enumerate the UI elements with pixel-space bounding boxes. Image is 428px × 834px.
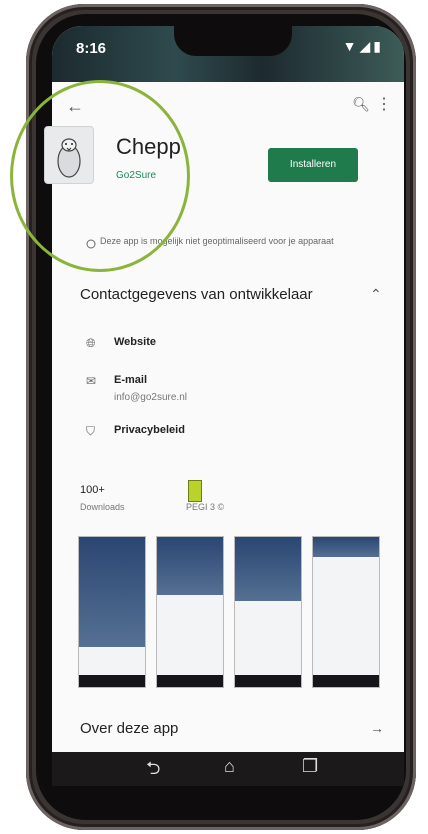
shield-icon: ⛉ xyxy=(86,424,96,438)
screenshot-header xyxy=(235,537,301,601)
arrow-right-icon[interactable]: → xyxy=(370,720,384,736)
screenshot-1[interactable] xyxy=(78,536,146,688)
chevron-up-icon[interactable]: ⌃ xyxy=(370,286,382,303)
screenshot-navbar xyxy=(313,675,379,687)
status-icons: ▼◢▮ xyxy=(342,38,384,54)
screenshot-navbar xyxy=(235,675,301,687)
recents-nav-icon[interactable]: ❐ xyxy=(302,756,318,777)
home-nav-icon[interactable]: ⌂ xyxy=(224,756,235,777)
clock: 8:16 xyxy=(76,40,107,57)
notch xyxy=(174,26,292,56)
pegi-icon xyxy=(188,480,202,502)
screenshot-header xyxy=(79,537,145,647)
contact-section-title[interactable]: Contactgegevens van ontwikkelaar xyxy=(80,286,313,303)
screenshot-header xyxy=(313,537,379,557)
screenshot-navbar xyxy=(157,675,223,687)
globe-icon: 🌐︎ xyxy=(86,336,96,350)
screenshot-4[interactable] xyxy=(312,536,380,688)
android-navbar: ⮌ ⌂ ❐ xyxy=(52,752,404,786)
about-title[interactable]: Over deze app xyxy=(80,720,178,737)
back-nav-icon[interactable]: ⮌ xyxy=(146,756,160,786)
website-link[interactable]: Website xyxy=(114,336,156,348)
more-vert-icon[interactable]: ⋮ xyxy=(376,94,392,114)
status-bar: 8:16 ▼◢▮ xyxy=(52,26,404,82)
annotation-circle xyxy=(10,80,190,272)
search-icon[interactable]: 🔍︎ xyxy=(352,96,370,113)
email-link[interactable]: E-mail xyxy=(114,374,147,386)
screenshot-3[interactable] xyxy=(234,536,302,688)
screenshot-2[interactable] xyxy=(156,536,224,688)
email-value[interactable]: info@go2sure.nl xyxy=(114,392,187,403)
screenshot-navbar xyxy=(79,675,145,687)
downloads-label: Downloads xyxy=(80,502,125,512)
privacy-link[interactable]: Privacybeleid xyxy=(114,424,185,436)
rating-label: PEGI 3 © xyxy=(186,502,225,512)
screenshot-header xyxy=(157,537,223,595)
downloads-count: 100+ xyxy=(80,484,105,496)
email-icon: ✉︎ xyxy=(86,374,97,388)
screenshots-carousel[interactable] xyxy=(78,536,390,688)
install-button[interactable]: Installeren xyxy=(268,148,358,182)
